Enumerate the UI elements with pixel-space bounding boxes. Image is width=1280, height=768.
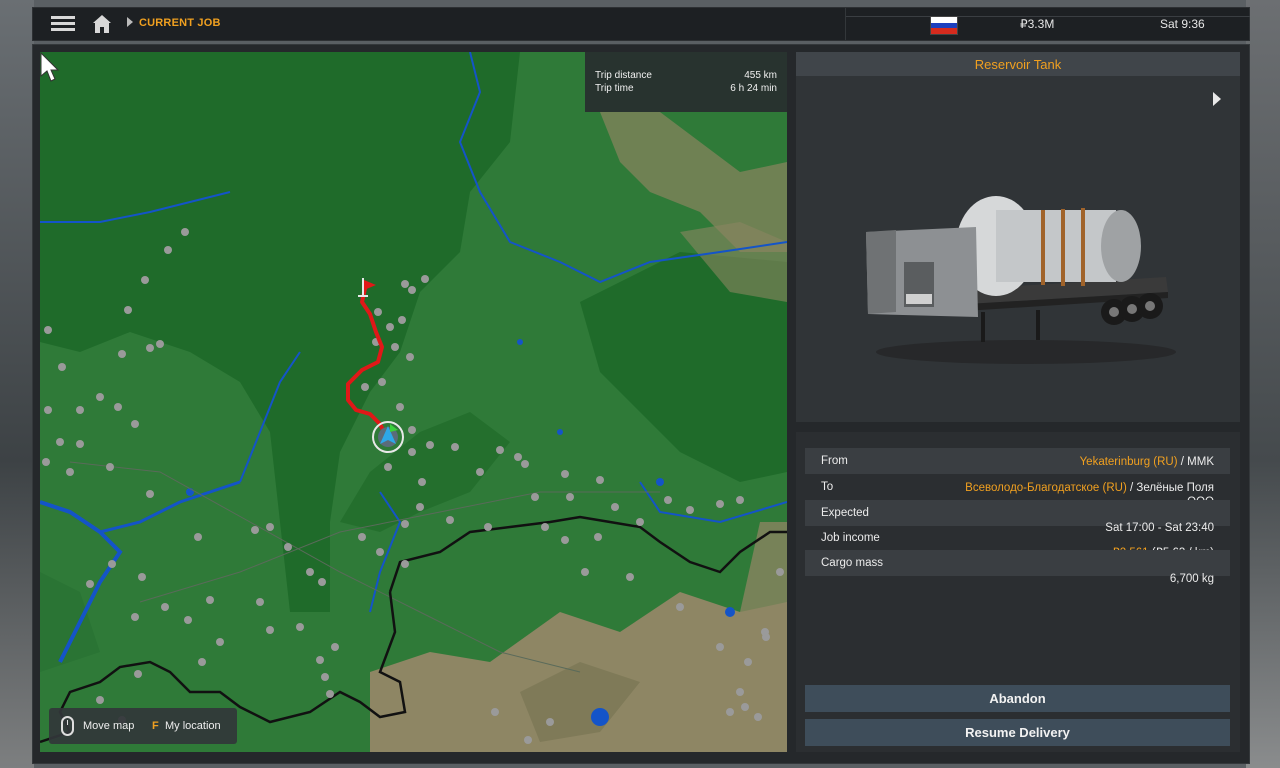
map-controls-hint: Move map F My location <box>49 708 237 744</box>
cargo-name: Reservoir Tank <box>974 57 1062 72</box>
mass-label: Cargo mass <box>821 557 883 569</box>
my-location-key: F <box>152 720 159 732</box>
from-company: / MMK <box>1177 456 1214 468</box>
cargo-preview-panel: Reservoir Tank <box>796 52 1240 422</box>
mouse-cursor-icon <box>40 52 60 82</box>
job-details-panel: From Yekaterinburg (RU) / MMK To Всеволо… <box>796 432 1240 752</box>
background-right <box>1246 0 1280 768</box>
from-label: From <box>821 455 848 467</box>
to-company: / Зелёные Поля <box>1126 482 1214 494</box>
game-time: Sat 9:36 <box>1160 17 1205 31</box>
move-map-label: Move map <box>83 720 135 732</box>
menu-button[interactable] <box>51 13 75 35</box>
home-icon[interactable] <box>91 13 113 35</box>
cargo-title-bar: Reservoir Tank <box>796 52 1240 76</box>
map-canvas <box>40 52 787 752</box>
breadcrumb: CURRENT JOB <box>139 17 221 29</box>
trip-distance-label: Trip distance <box>595 70 652 81</box>
mass-row: Cargo mass 6,700 kg <box>805 550 1230 585</box>
expected-row: Expected Sat 17:00 - Sat 23:40 <box>805 500 1230 534</box>
to-row: To Всеволодо-Благодатское (RU) / Зелёные… <box>805 474 1230 508</box>
abandon-button[interactable]: Abandon <box>805 685 1230 712</box>
mouse-icon <box>61 716 74 736</box>
next-view-arrow-icon[interactable] <box>1213 92 1221 106</box>
trip-info-box: Trip distance 455 km Trip time 6 h 24 mi… <box>585 52 787 112</box>
trailer-image <box>866 196 1176 364</box>
from-city: Yekaterinburg (RU) <box>1079 456 1178 468</box>
route-map[interactable]: Trip distance 455 km Trip time 6 h 24 mi… <box>40 52 787 752</box>
to-label: To <box>821 481 834 493</box>
from-row: From Yekaterinburg (RU) / MMK <box>805 448 1230 474</box>
trip-time-label: Trip time <box>595 83 634 94</box>
trip-distance-value: 455 km <box>744 70 777 81</box>
background-left <box>0 0 34 768</box>
income-label: Job income <box>821 532 880 544</box>
money-display: ₽3.3M <box>1020 17 1055 31</box>
trip-time-value: 6 h 24 min <box>730 83 777 94</box>
expected-label: Expected <box>821 507 869 519</box>
top-bar: CURRENT JOB ₽3.3M Sat 9:36 <box>32 7 1250 41</box>
my-location-button[interactable]: My location <box>165 720 221 732</box>
mass-value: 6,700 kg <box>1169 573 1214 585</box>
to-city: Всеволодо-Благодатское (RU) <box>965 482 1127 494</box>
status-area: ₽3.3M Sat 9:36 <box>845 8 1250 40</box>
income-row: Job income ₽2,561 (₽5.63 / km) <box>805 525 1230 559</box>
resume-delivery-button[interactable]: Resume Delivery <box>805 719 1230 746</box>
breadcrumb-arrow-icon <box>127 17 133 27</box>
russia-flag-icon <box>930 16 958 35</box>
